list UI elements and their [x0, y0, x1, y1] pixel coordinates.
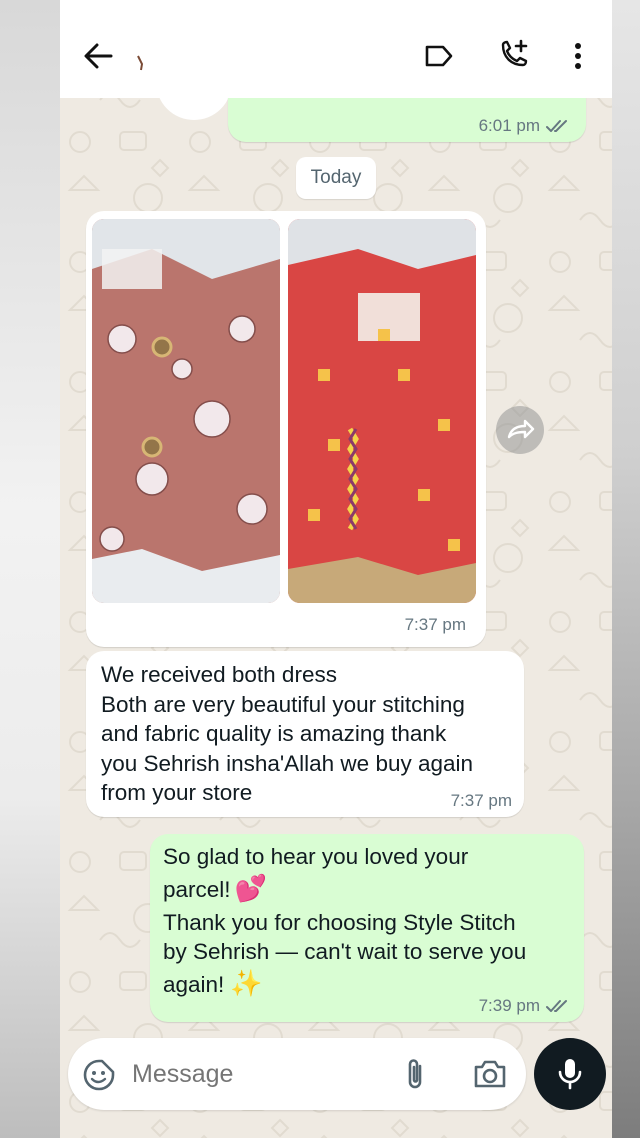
- message-time: 7:37 pm: [404, 615, 466, 634]
- two-hearts-emoji: 💕: [234, 873, 267, 904]
- add-call-icon[interactable]: [496, 38, 530, 74]
- message-line-with-emoji: parcel! 💕: [163, 872, 573, 908]
- message-line: parcel!: [163, 876, 231, 902]
- paperclip-icon[interactable]: [402, 1056, 428, 1092]
- message-composer: [68, 1038, 526, 1110]
- dress-photo-red[interactable]: [288, 219, 476, 603]
- arrow-left-icon[interactable]: [78, 38, 118, 74]
- message-input[interactable]: [132, 1054, 382, 1094]
- contact-avatar[interactable]: [134, 52, 148, 74]
- label-tag-icon[interactable]: [422, 40, 456, 72]
- message-meta: 6:01 pm: [479, 116, 572, 136]
- date-divider: Today: [296, 157, 376, 199]
- message-text: We received both dress Both are very bea…: [101, 662, 474, 805]
- forward-icon[interactable]: [496, 406, 544, 454]
- read-ticks-icon: [546, 120, 567, 132]
- dress-photo-floral[interactable]: [92, 219, 280, 603]
- message-bubble-incoming[interactable]: We received both dress Both are very bea…: [86, 651, 524, 817]
- message-meta: 7:37 pm: [451, 791, 512, 811]
- message-line: So glad to hear you loved your: [163, 844, 469, 869]
- message-bubble-outgoing[interactable]: So glad to hear you loved your parcel! 💕…: [150, 834, 584, 1022]
- message-time: 7:37 pm: [450, 791, 512, 810]
- chat-header: [60, 0, 612, 98]
- chat-screen: 6:01 pm Today 7:37 pm We received both d…: [60, 0, 612, 1138]
- sticker-smiley-icon[interactable]: [82, 1058, 116, 1092]
- image-message-bubble[interactable]: 7:37 pm: [86, 211, 486, 647]
- sparkles-emoji: ✨: [230, 968, 263, 999]
- right-backdrop: [612, 0, 640, 1138]
- message-time: 7:39 pm: [478, 996, 540, 1015]
- message-line: Thank you for choosing Style Stitch: [163, 909, 516, 935]
- left-backdrop: [0, 0, 60, 1138]
- message-line: again!: [163, 971, 225, 997]
- microphone-icon[interactable]: [534, 1038, 606, 1110]
- message-meta: 7:39 pm: [479, 996, 572, 1016]
- more-vertical-icon[interactable]: [564, 38, 592, 74]
- message-line: by Sehrish — can't wait to serve you: [163, 939, 527, 964]
- message-meta: 7:37 pm: [405, 615, 466, 635]
- message-time: 6:01 pm: [478, 116, 540, 135]
- camera-icon[interactable]: [472, 1058, 508, 1090]
- read-ticks-icon: [546, 1000, 567, 1012]
- message-text: So glad to hear you loved your parcel! 💕…: [163, 842, 573, 1003]
